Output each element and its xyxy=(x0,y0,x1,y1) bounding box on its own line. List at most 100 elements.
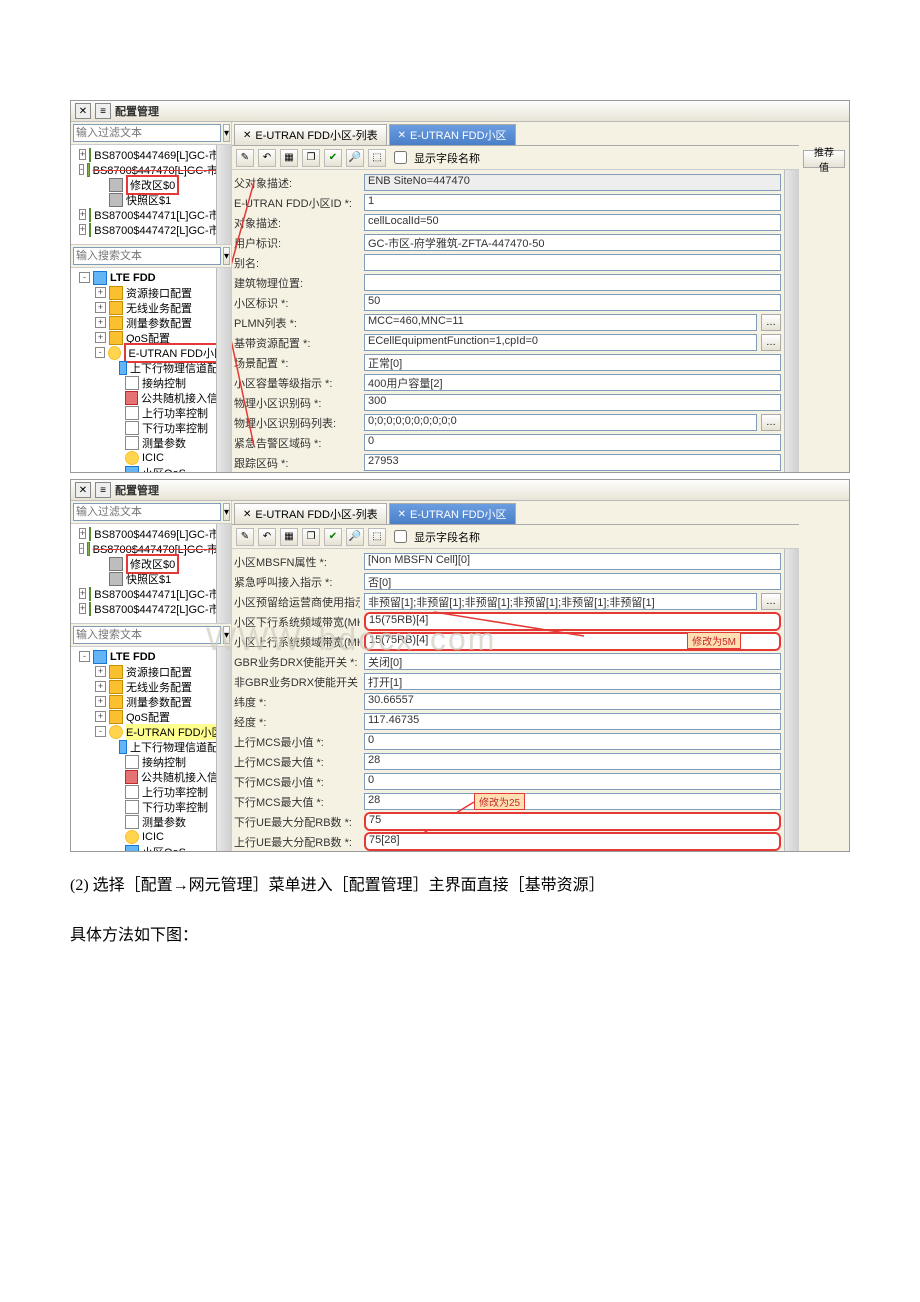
field-input[interactable]: ECellEquipmentFunction=1,cpId=0 xyxy=(364,334,757,351)
close-icon[interactable]: ✕ xyxy=(243,509,251,520)
dropdown-icon[interactable]: ▾ xyxy=(223,247,230,265)
field-input[interactable]: 0;0;0;0;0;0;0;0;0;0 xyxy=(364,414,757,431)
browse-button[interactable]: … xyxy=(761,314,781,331)
rows-icon[interactable]: ▦ xyxy=(280,149,298,167)
field-input[interactable]: 1 xyxy=(364,194,781,211)
undo-icon[interactable]: ↶ xyxy=(258,528,276,546)
expand-icon[interactable]: + xyxy=(95,681,106,692)
field-input[interactable]: 30.66557 xyxy=(364,693,781,710)
field-input[interactable]: 27953 xyxy=(364,454,781,471)
expand-icon[interactable]: + xyxy=(95,696,106,707)
field-input[interactable]: 否[0] xyxy=(364,573,781,590)
search-input[interactable] xyxy=(73,626,221,644)
tree-node[interactable]: +无线业务配置 xyxy=(73,679,229,694)
tree-node[interactable]: 小区QoS xyxy=(73,465,229,472)
tree-node[interactable]: 小区QoS xyxy=(73,844,229,851)
tree-node[interactable]: 上行功率控制 xyxy=(73,784,229,799)
filter-input[interactable] xyxy=(73,503,221,521)
field-input[interactable] xyxy=(364,274,781,291)
undo-icon[interactable]: ↶ xyxy=(258,149,276,167)
field-input[interactable]: 0 xyxy=(364,773,781,790)
tree-node[interactable]: ICIC xyxy=(73,450,229,465)
browse-button[interactable]: … xyxy=(761,414,781,431)
tree-node[interactable]: ICIC xyxy=(73,829,229,844)
tree-node[interactable]: +BS8700$447471[L]GC-市区 xyxy=(73,586,229,601)
site-tree[interactable]: +BS8700$447469[L]GC-市区-BS8700$447470[L]G… xyxy=(71,524,231,624)
scrollbar[interactable] xyxy=(784,170,799,472)
show-names-checkbox[interactable] xyxy=(394,151,407,164)
field-input[interactable]: 正常[0] xyxy=(364,354,781,371)
browse-button[interactable]: … xyxy=(761,334,781,351)
scrollbar[interactable] xyxy=(784,549,799,851)
refresh-icon[interactable]: ✔ xyxy=(324,149,342,167)
export-icon[interactable]: ⬚ xyxy=(368,528,386,546)
expand-icon[interactable]: + xyxy=(95,287,106,298)
tree-node[interactable]: 下行功率控制 xyxy=(73,799,229,814)
menu-icon[interactable]: ≡ xyxy=(95,103,111,119)
field-input[interactable]: cellLocalId=50 xyxy=(364,214,781,231)
tree-node[interactable]: +BS8700$447472[L]GC-市区 xyxy=(73,222,229,237)
field-input[interactable]: 117.46735 xyxy=(364,713,781,730)
field-input[interactable]: 300 xyxy=(364,394,781,411)
field-input[interactable]: MCC=460,MNC=11 xyxy=(364,314,757,331)
field-input[interactable]: 28 xyxy=(364,793,781,810)
tree-node[interactable]: 修改区$0 xyxy=(73,177,229,192)
rows-icon[interactable]: ▦ xyxy=(280,528,298,546)
tree-node[interactable]: +资源接口配置 xyxy=(73,664,229,679)
filter-input[interactable] xyxy=(73,124,221,142)
tree-node[interactable]: 上下行物理信道配置 xyxy=(73,739,229,754)
menu-icon[interactable]: ≡ xyxy=(95,482,111,498)
tree-node[interactable]: 快照区$1 xyxy=(73,571,229,586)
refresh-icon[interactable]: ✔ xyxy=(324,528,342,546)
expand-icon[interactable]: + xyxy=(95,711,106,722)
close-icon[interactable]: ✕ xyxy=(75,482,91,498)
expand-icon[interactable]: + xyxy=(79,149,86,160)
tree-node[interactable]: -E-UTRAN FDD小区 xyxy=(73,724,229,739)
edit-icon[interactable]: ✎ xyxy=(236,149,254,167)
close-icon[interactable]: ✕ xyxy=(398,509,406,520)
close-icon[interactable]: ✕ xyxy=(75,103,91,119)
tree-node[interactable]: +BS8700$447469[L]GC-市区 xyxy=(73,147,229,162)
field-input[interactable]: 0 xyxy=(364,434,781,451)
expand-icon[interactable]: + xyxy=(95,302,106,313)
tree-node[interactable]: 公共随机接入信道 xyxy=(73,769,229,784)
copy-icon[interactable]: ❐ xyxy=(302,528,320,546)
field-input[interactable]: ENB SiteNo=447470 xyxy=(364,174,781,191)
tree-node[interactable]: +BS8700$447469[L]GC-市区 xyxy=(73,526,229,541)
expand-icon[interactable]: + xyxy=(95,666,106,677)
export-icon[interactable]: ⬚ xyxy=(368,149,386,167)
field-input[interactable] xyxy=(364,254,781,271)
expand-icon[interactable]: + xyxy=(95,317,106,328)
expand-icon[interactable]: + xyxy=(79,528,86,539)
expand-icon[interactable]: + xyxy=(79,588,86,599)
field-input[interactable]: [Non MBSFN Cell][0] xyxy=(364,553,781,570)
expand-icon[interactable]: + xyxy=(79,209,86,220)
tree-node[interactable]: 快照区$1 xyxy=(73,192,229,207)
tab-detail[interactable]: ✕ E-UTRAN FDD小区 xyxy=(389,503,516,524)
tree-node[interactable]: -E-UTRAN FDD小区 xyxy=(73,345,229,360)
field-input[interactable]: GC-市区-府学雅筑-ZFTA-447470-50 xyxy=(364,234,781,251)
close-icon[interactable]: ✕ xyxy=(243,130,251,141)
tree-node[interactable]: 接纳控制 xyxy=(73,754,229,769)
site-tree[interactable]: +BS8700$447469[L]GC-市区-BS8700$447470[L]G… xyxy=(71,145,231,245)
expand-icon[interactable]: - xyxy=(79,651,90,662)
tree-node[interactable]: +BS8700$447472[L]GC-市区 xyxy=(73,601,229,616)
search-input[interactable] xyxy=(73,247,221,265)
tree-node[interactable]: -LTE FDD xyxy=(73,270,229,285)
field-input[interactable]: 75[28] xyxy=(364,832,781,851)
expand-icon[interactable]: - xyxy=(95,347,105,358)
config-tree[interactable]: -LTE FDD+资源接口配置+无线业务配置+测量参数配置+QoS配置-E-UT… xyxy=(71,647,231,851)
field-input[interactable]: 28 xyxy=(364,753,781,770)
field-input[interactable]: 75 xyxy=(364,812,781,831)
field-input[interactable]: 0 xyxy=(364,733,781,750)
field-input[interactable]: 400用户容量[2] xyxy=(364,374,781,391)
tree-node[interactable]: +无线业务配置 xyxy=(73,300,229,315)
field-input[interactable]: 非预留[1];非预留[1];非预留[1];非预留[1];非预留[1];非预留[1… xyxy=(364,593,757,610)
tree-node[interactable]: +测量参数配置 xyxy=(73,694,229,709)
tree-node[interactable]: 测量参数 xyxy=(73,435,229,450)
field-input[interactable]: 50 xyxy=(364,294,781,311)
expand-icon[interactable]: - xyxy=(95,726,106,737)
expand-icon[interactable]: - xyxy=(79,272,90,283)
copy-icon[interactable]: ❐ xyxy=(302,149,320,167)
tree-node[interactable]: +资源接口配置 xyxy=(73,285,229,300)
